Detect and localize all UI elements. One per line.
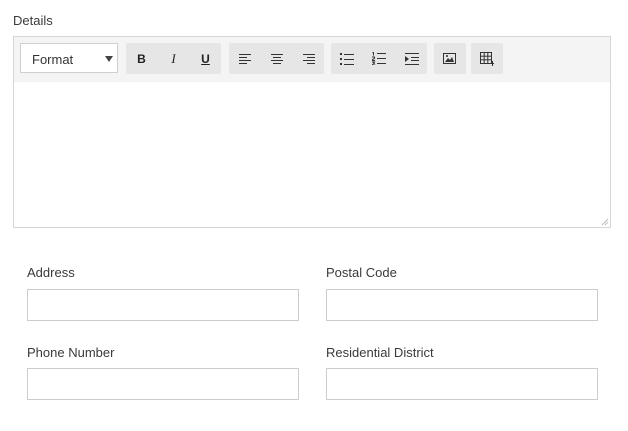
indent-button[interactable] [396,43,427,74]
align-center-button[interactable] [261,43,292,74]
editor-content-area[interactable] [14,82,610,227]
numbered-list-icon [371,52,386,65]
editor-toolbar: Format B I U [14,37,610,82]
bulleted-list-button[interactable] [331,43,362,74]
list-group [331,43,427,74]
align-right-button[interactable] [293,43,324,74]
postal-code-input[interactable] [326,289,598,321]
phone-number-label: Phone Number [27,345,115,360]
address-input[interactable] [27,289,299,321]
resize-grip-icon[interactable] [599,216,609,226]
details-label: Details [13,13,53,28]
table-icon [479,51,494,66]
phone-number-input[interactable] [27,368,299,400]
format-dropdown-value: Format [32,52,74,67]
residential-district-input[interactable] [326,368,598,400]
align-right-icon [302,53,315,64]
align-left-icon [238,53,251,64]
bulleted-list-icon [339,52,354,65]
residential-district-label: Residential District [326,345,434,360]
insert-image-button[interactable] [434,43,465,74]
postal-code-label: Postal Code [326,265,397,280]
table-group [471,43,503,74]
underline-button[interactable]: U [190,43,221,74]
indent-icon [404,52,419,65]
align-left-button[interactable] [229,43,260,74]
image-icon [443,53,456,64]
format-dropdown[interactable]: Format [20,43,118,73]
italic-button[interactable]: I [158,43,189,74]
details-editor: Format B I U [13,36,611,228]
align-center-icon [270,53,283,64]
alignment-group [229,43,324,74]
bold-button[interactable]: B [126,43,157,74]
insert-table-button[interactable] [471,43,502,74]
image-group [434,43,466,74]
numbered-list-button[interactable] [363,43,394,74]
text-style-group: B I U [126,43,221,74]
dropdown-caret-icon [105,56,113,62]
address-label: Address [27,265,75,280]
